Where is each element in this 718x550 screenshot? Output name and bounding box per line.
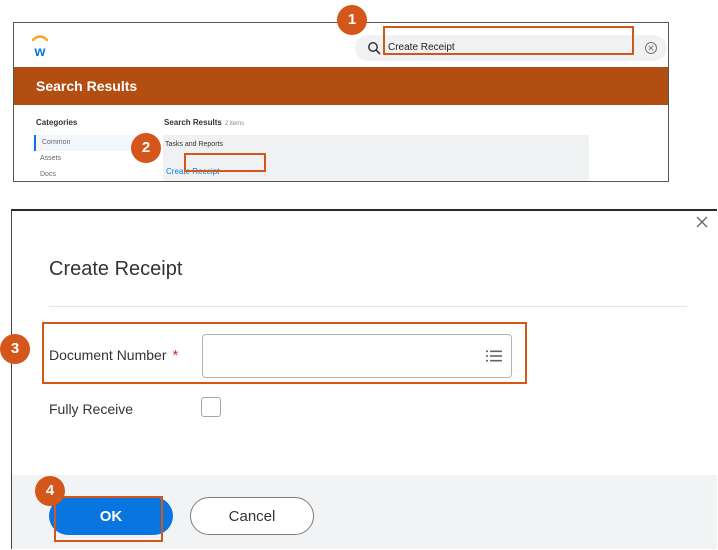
categories-heading: Categories xyxy=(36,118,78,127)
search-icon xyxy=(368,42,381,55)
close-icon[interactable] xyxy=(695,215,709,229)
divider xyxy=(49,306,687,307)
dialog-title: Create Receipt xyxy=(49,258,183,280)
section-label: Tasks and Reports xyxy=(165,141,223,148)
category-item-assets[interactable]: Assets xyxy=(34,151,136,167)
clear-circle-icon[interactable] xyxy=(644,41,658,55)
results-count: 2 items xyxy=(224,121,245,127)
category-item-common[interactable]: Common xyxy=(34,135,136,151)
step4-callout: 4 xyxy=(35,476,65,506)
category-list: Common Assets Docs xyxy=(34,135,136,181)
page-title: Search Results xyxy=(36,78,138,94)
results-heading-text: Search Results xyxy=(164,118,222,127)
category-item-docs[interactable]: Docs xyxy=(34,167,136,181)
cancel-button[interactable]: Cancel xyxy=(190,497,314,535)
step2-callout: 2 xyxy=(131,133,161,163)
search-results-header: Search Results xyxy=(14,67,668,105)
fully-receive-label: Fully Receive xyxy=(49,401,134,417)
workday-logo-icon[interactable]: w xyxy=(28,32,52,58)
step3-highlight-box xyxy=(42,322,527,384)
fully-receive-checkbox[interactable] xyxy=(201,397,221,417)
step1-highlight-box xyxy=(383,26,634,55)
results-heading: Search Results 2 items xyxy=(164,118,244,127)
step2-highlight-box xyxy=(184,153,266,172)
step4-highlight-box xyxy=(54,496,163,542)
step1-callout: 1 xyxy=(337,5,367,35)
step3-callout: 3 xyxy=(0,334,30,364)
svg-text:w: w xyxy=(34,43,46,58)
